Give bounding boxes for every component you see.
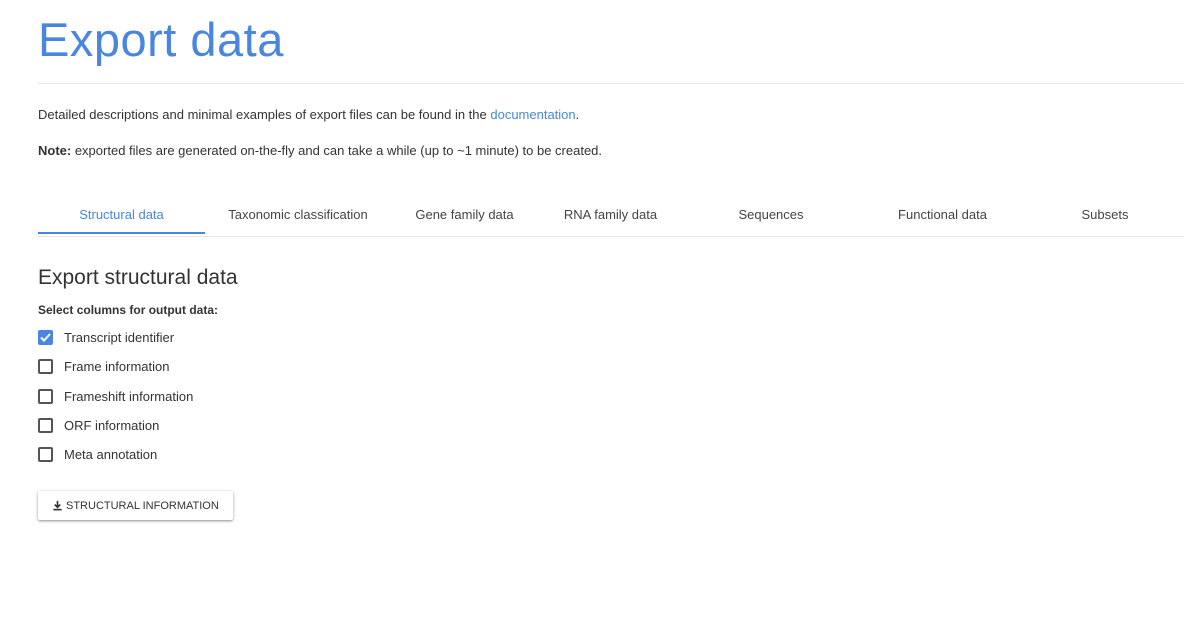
export-page: Export data Detailed descriptions and mi…	[0, 0, 1200, 620]
checkbox-unchecked[interactable]	[38, 447, 53, 463]
column-checkbox-list: Transcript identifier Frame information …	[38, 323, 193, 469]
tab-taxonomic-classification[interactable]: Taxonomic classification	[205, 196, 391, 234]
checkbox-unchecked[interactable]	[38, 359, 53, 375]
export-tabs: Structural data Taxonomic classification…	[38, 196, 1184, 237]
tab-sequences[interactable]: Sequences	[683, 196, 859, 234]
tab-gene-family-data[interactable]: Gene family data	[391, 196, 538, 234]
checkbox-unchecked[interactable]	[38, 418, 53, 434]
description-suffix: .	[575, 107, 580, 122]
checkbox-label: Transcript identifier	[64, 330, 175, 346]
note-label: Note:	[38, 143, 72, 158]
page-title: Export data	[38, 13, 284, 66]
export-structural-button[interactable]: STRUCTURAL INFORMATION	[38, 491, 233, 520]
checkmark-icon	[40, 333, 51, 343]
checkbox-unchecked[interactable]	[38, 388, 53, 404]
checkbox-label: Frame information	[64, 359, 170, 375]
note-body: exported files are generated on-the-fly …	[71, 143, 603, 158]
tab-functional-data[interactable]: Functional data	[859, 196, 1026, 234]
checkbox-label: Meta annotation	[64, 447, 158, 463]
checkbox-label: Frameshift information	[64, 388, 194, 404]
note-text: Note: exported files are generated on-th…	[38, 143, 602, 158]
export-button-label: STRUCTURAL INFORMATION	[66, 499, 219, 512]
checkbox-frameshift-information[interactable]: Frameshift information	[38, 382, 193, 411]
section-title: Export structural data	[38, 266, 238, 289]
checkbox-orf-information[interactable]: ORF information	[38, 411, 193, 440]
checkbox-meta-annotation[interactable]: Meta annotation	[38, 440, 193, 469]
download-icon	[53, 500, 62, 511]
tab-rna-family-data[interactable]: RNA family data	[538, 196, 683, 234]
checkbox-transcript-identifier[interactable]: Transcript identifier	[38, 323, 193, 352]
description-text: Detailed descriptions and minimal exampl…	[38, 107, 579, 122]
checkbox-checked[interactable]	[38, 330, 53, 346]
checkbox-label: ORF information	[64, 418, 160, 434]
checkbox-frame-information[interactable]: Frame information	[38, 352, 193, 381]
tab-subsets[interactable]: Subsets	[1026, 196, 1184, 234]
title-divider	[38, 83, 1184, 84]
tab-structural-data[interactable]: Structural data	[38, 196, 205, 234]
description-prefix: Detailed descriptions and minimal exampl…	[38, 107, 491, 122]
documentation-link[interactable]: documentation	[490, 107, 575, 122]
select-columns-label: Select columns for output data:	[38, 303, 219, 317]
